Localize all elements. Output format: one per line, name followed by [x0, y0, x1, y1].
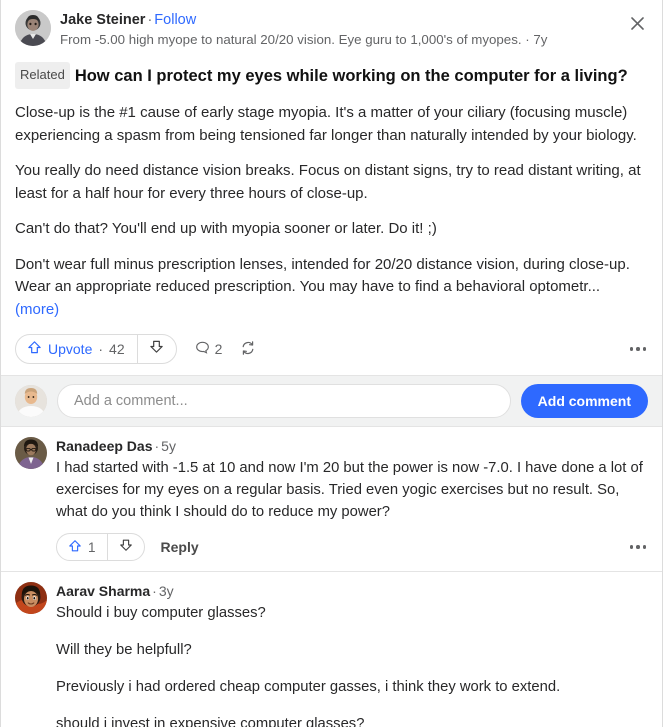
related-badge: Related — [15, 62, 70, 89]
comment-separator: · — [154, 438, 160, 454]
comment-item: Ranadeep Das · 5y I had started with -1.5 … — [1, 427, 662, 572]
vote-pill: Upvote · 42 — [15, 334, 177, 364]
downvote-arrow-icon — [149, 339, 164, 359]
comment-author-line: Aarav Sharma · 3y — [56, 582, 648, 600]
answer-paragraph-3: Can't do that? You'll end up with myopia… — [15, 220, 437, 237]
author-name-line: Jake Steiner · Follow — [60, 11, 547, 29]
answer-content: Jake Steiner · Follow From -5.00 high myop… — [1, 0, 662, 375]
comment-separator: · — [152, 583, 157, 599]
commenter-cartoon-avatar[interactable] — [15, 582, 47, 614]
upvote-arrow-icon — [27, 340, 42, 358]
author-separator: · — [147, 12, 153, 28]
author-name[interactable]: Jake Steiner — [60, 12, 145, 28]
comment-main: Ranadeep Das · 5y I had started with -1.5 … — [56, 437, 648, 523]
close-icon[interactable] — [626, 12, 648, 34]
three-dots-icon[interactable] — [628, 341, 649, 357]
comment-text: I had started with -1.5 at 10 and now I'… — [56, 460, 643, 520]
upvote-count: 42 — [109, 341, 125, 357]
three-dots-icon[interactable] — [628, 539, 649, 555]
downvote-button[interactable] — [138, 335, 176, 363]
commenter-photo-avatar[interactable] — [15, 437, 47, 469]
add-comment-button[interactable]: Add comment — [520, 384, 648, 418]
comment-author-line: Ranadeep Das · 5y — [56, 437, 648, 455]
question-title-row[interactable]: Related How can I protect my eyes while w… — [15, 62, 648, 89]
comment-upvote-count: 1 — [88, 539, 96, 555]
share-button[interactable] — [240, 340, 256, 359]
author-photo-avatar-graphic — [15, 10, 51, 46]
close-icon-graphic — [630, 16, 644, 30]
repost-share-icon-graphic — [243, 340, 254, 355]
dot-3 — [642, 545, 646, 549]
answer-paragraph-2: You really do need distance vision break… — [15, 162, 641, 202]
comment-timestamp: 3y — [158, 583, 174, 599]
commenter-cartoon-avatar-graphic — [15, 582, 47, 614]
comment-text: Should i buy computer glasses? — [56, 605, 266, 621]
answer-paragraph-4: Don't wear full minus prescription lense… — [15, 254, 648, 322]
current-user-avatar[interactable] — [15, 385, 47, 417]
answer-author-row: Jake Steiner · Follow From -5.00 high myop… — [15, 10, 648, 49]
comment-action-bar: 1 Reply — [15, 532, 648, 562]
comment-upvote-button[interactable]: 1 — [57, 534, 107, 560]
upvote-button[interactable]: Upvote · 42 — [16, 335, 137, 363]
downvote-arrow-icon-graphic — [119, 539, 132, 551]
current-user-avatar-graphic — [15, 385, 47, 417]
author-photo-avatar[interactable] — [15, 10, 51, 46]
upvote-arrow-icon-graphic — [69, 539, 81, 551]
answer-paragraph-1: Close-up is the #1 cause of early stage … — [15, 104, 637, 144]
comment-main: Aarav Sharma · 3y Should i buy computer gl… — [56, 582, 648, 727]
repost-share-icon — [240, 340, 256, 359]
upvote-arrow-icon — [68, 539, 82, 556]
comment-timestamp: 5y — [161, 438, 176, 454]
comment-text: Previously i had ordered cheap computer … — [56, 679, 561, 695]
upvote-label: Upvote — [48, 341, 93, 357]
comment-text: should i invest in expensive computer gl… — [56, 716, 365, 727]
comment-downvote-button[interactable] — [108, 534, 144, 560]
more-link[interactable]: (more) — [15, 301, 59, 318]
comment-author-name[interactable]: Ranadeep Das — [56, 438, 152, 454]
author-meta: Jake Steiner · Follow From -5.00 high myop… — [60, 10, 547, 49]
comment-reply-button[interactable]: Reply — [161, 539, 199, 555]
comment-author-name[interactable]: Aarav Sharma — [56, 583, 150, 599]
commenter-photo-avatar-graphic — [15, 437, 47, 469]
comment-button[interactable]: 2 — [195, 340, 223, 358]
author-credential: From -5.00 high myope to natural 20/20 v… — [60, 32, 548, 47]
comment-text: Will they be helpfull? — [56, 642, 192, 658]
dot-3 — [642, 347, 646, 351]
dot-2 — [636, 347, 640, 351]
upvote-arrow-icon-graphic — [28, 341, 41, 354]
dot-1 — [629, 545, 633, 549]
page-title[interactable]: How can I protect my eyes while working … — [75, 67, 628, 85]
comment-bubble-icon-graphic — [195, 341, 209, 354]
comment-vote-pill: 1 — [56, 533, 145, 561]
answer-card: Jake Steiner · Follow From -5.00 high myop… — [0, 0, 663, 727]
follow-link[interactable]: Follow — [154, 12, 196, 28]
comment-item: Aarav Sharma · 3y Should i buy computer gl… — [1, 572, 662, 727]
comment-bubble-icon — [195, 340, 210, 358]
downvote-arrow-icon — [119, 538, 133, 557]
downvote-arrow-icon-graphic — [150, 340, 163, 353]
comment-header: Aarav Sharma · 3y Should i buy computer gl… — [15, 582, 648, 727]
answer-action-bar: Upvote · 42 2 — [15, 333, 648, 365]
dot-1 — [629, 347, 633, 351]
dot-2 — [636, 545, 640, 549]
add-comment-bar: Add comment — [1, 375, 662, 427]
comment-count: 2 — [214, 341, 223, 357]
upvote-separator: · — [98, 341, 104, 357]
comment-input[interactable] — [57, 384, 511, 418]
comment-header: Ranadeep Das · 5y I had started with -1.5 … — [15, 437, 648, 523]
answer-paragraph-4-text: Don't wear full minus prescription lense… — [15, 255, 630, 296]
